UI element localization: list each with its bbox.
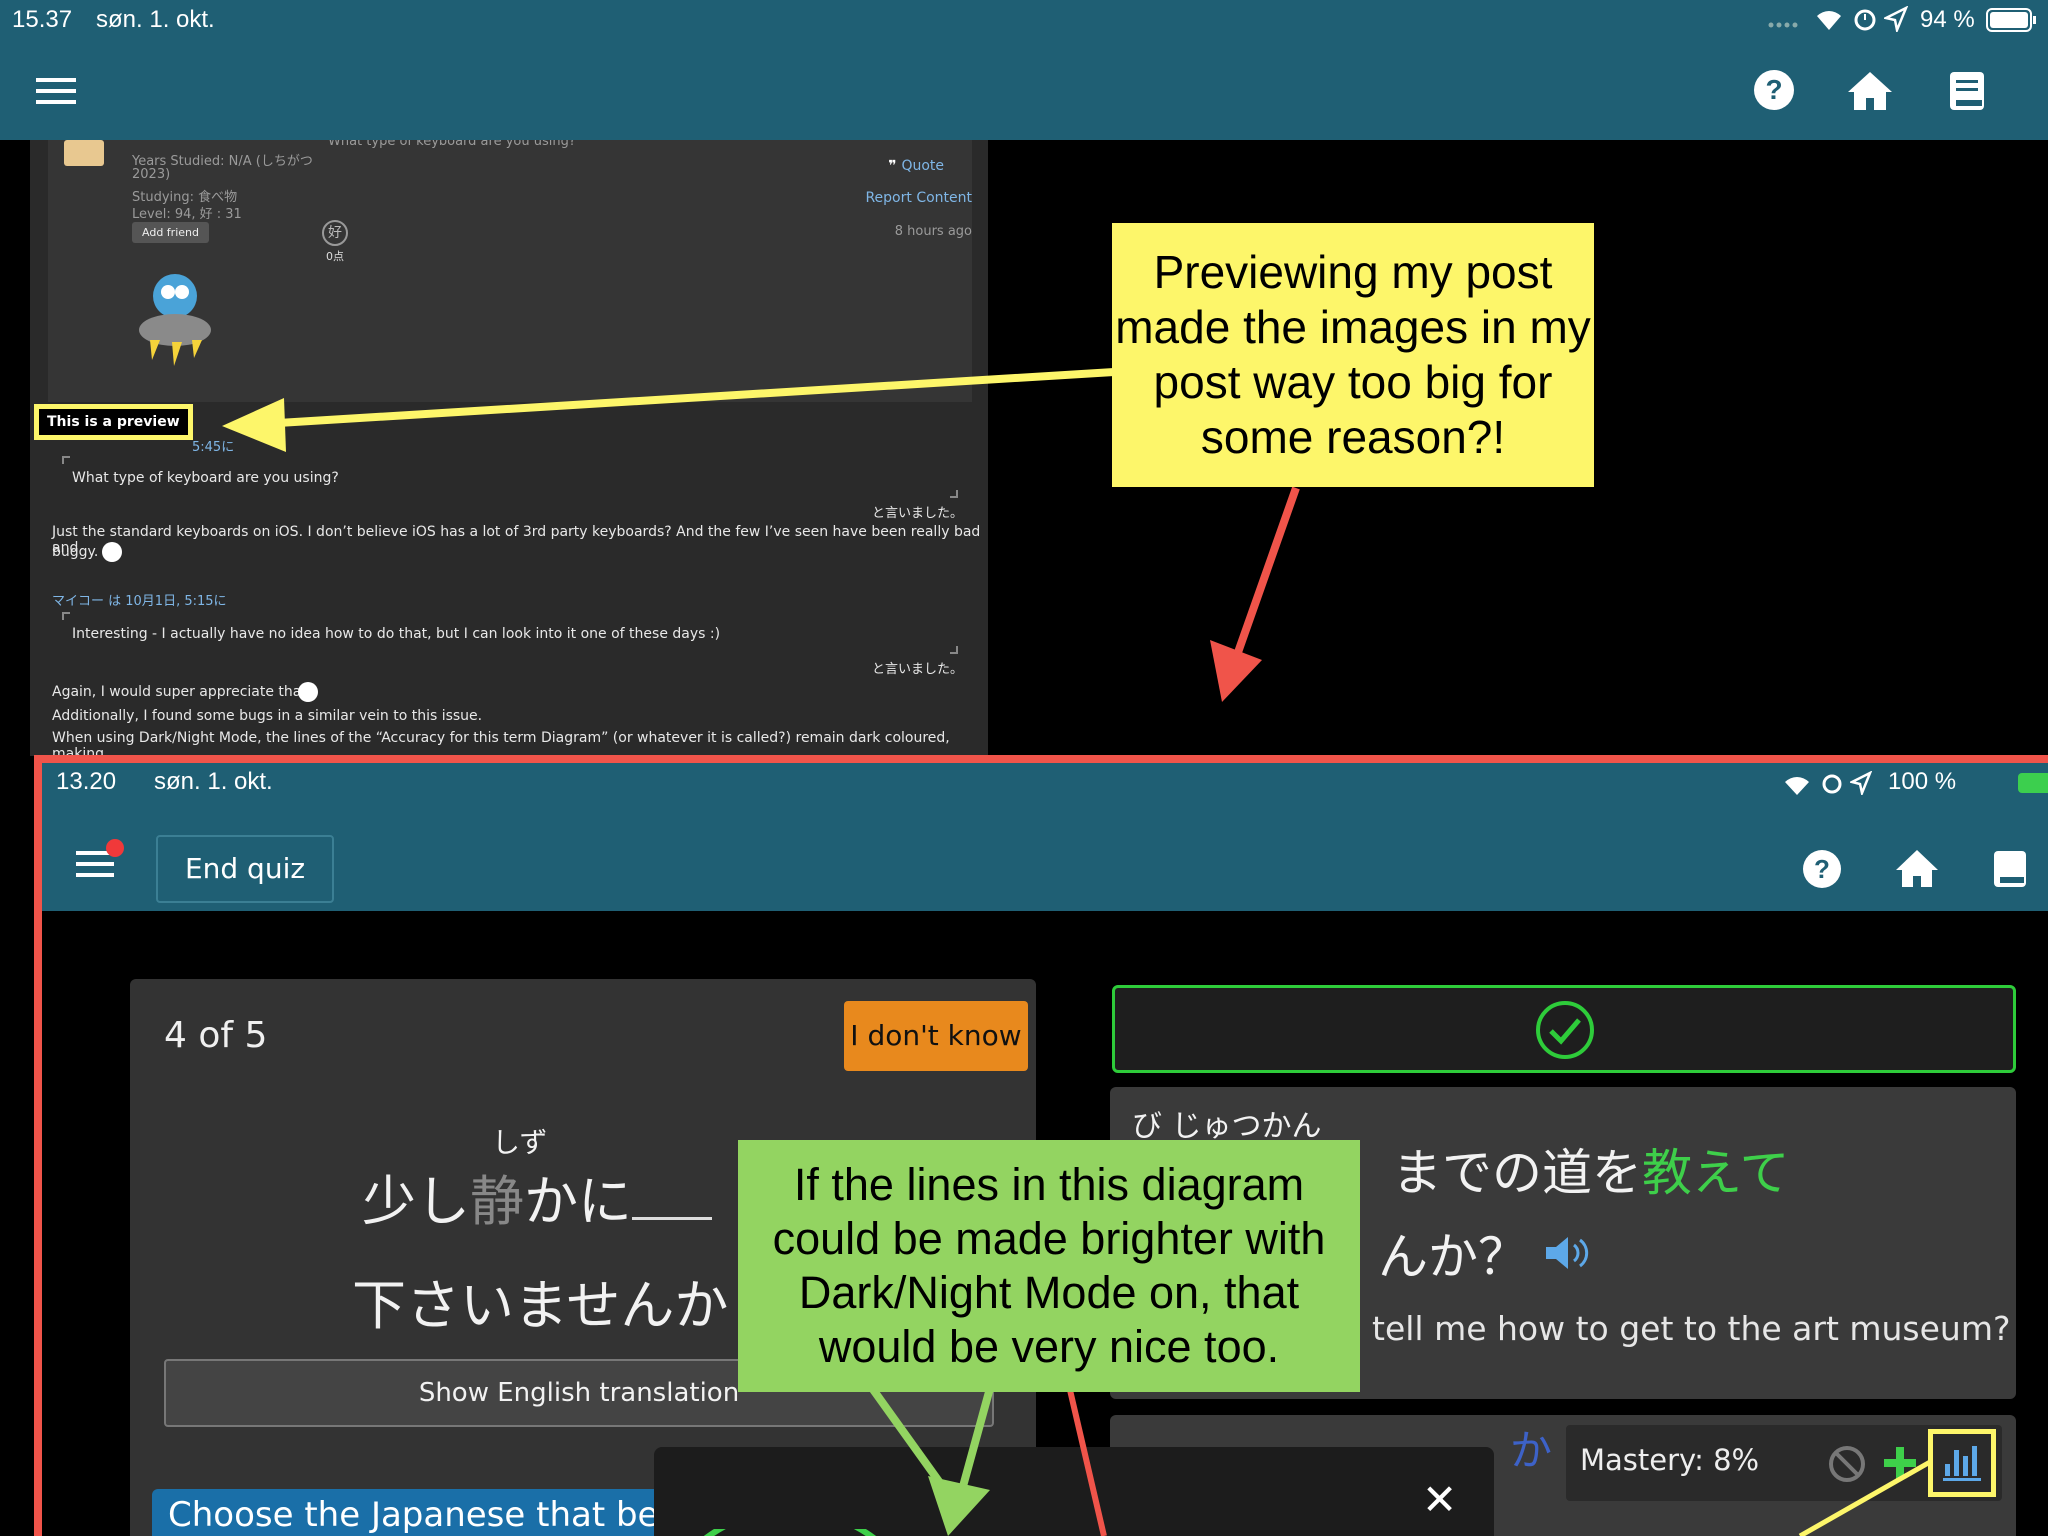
callout-green: If the lines in this diagram could be ma…	[738, 1140, 1360, 1392]
